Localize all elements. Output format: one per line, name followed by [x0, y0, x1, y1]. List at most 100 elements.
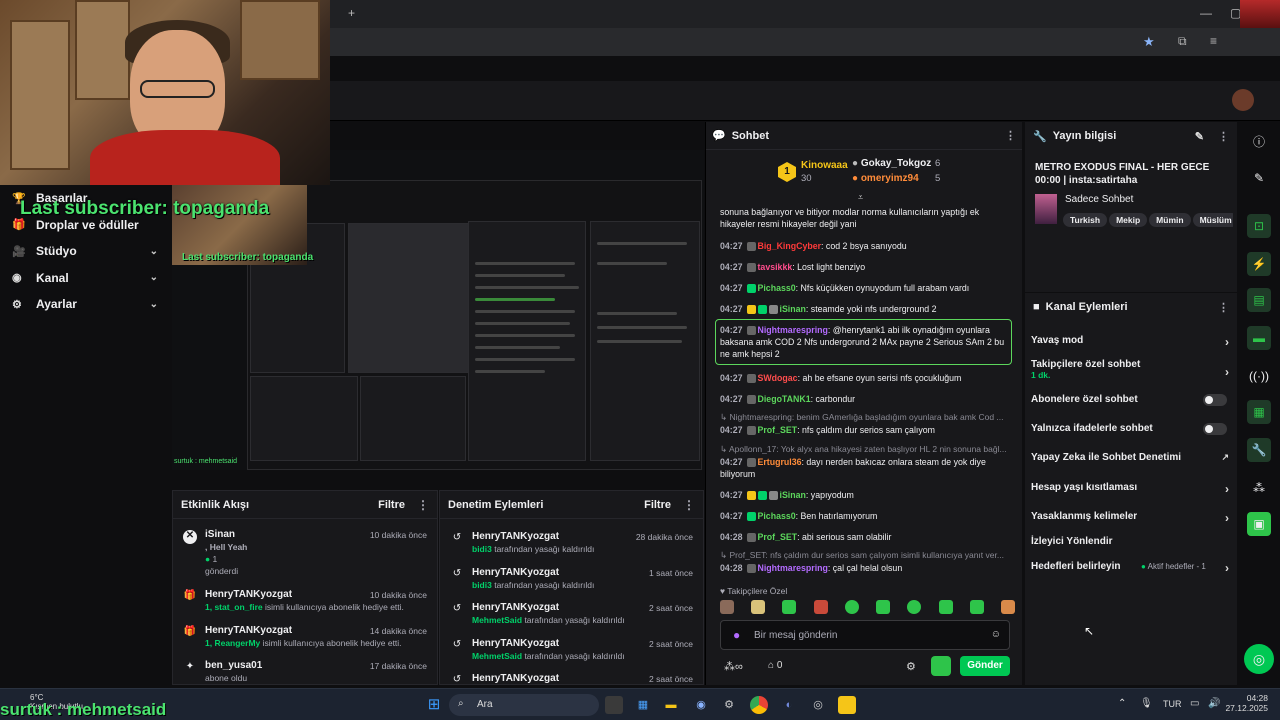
- chat-message[interactable]: 04:27 Ertugrul36: dayı nerden bakıcaz onl…: [720, 456, 1015, 480]
- tag[interactable]: Mümin: [1149, 213, 1191, 227]
- emote-icon[interactable]: [720, 600, 734, 614]
- filter-button[interactable]: Filtre: [378, 499, 405, 511]
- chat-message[interactable]: sonuna bağlanıyor ve bitiyor modlar norm…: [720, 206, 1015, 230]
- support-icon[interactable]: ◎: [1244, 644, 1274, 674]
- chat-message[interactable]: 04:27 tavsikkk: Lost light benziyo: [720, 261, 1015, 273]
- action-banned-words[interactable]: Yasaklanmış kelimeler ›: [1031, 511, 1231, 525]
- broadcast-icon[interactable]: ((·)): [1247, 364, 1271, 388]
- list-item[interactable]: 🎁 HenryTANKyozgat 14 dakika önce 1, Rean…: [173, 621, 437, 657]
- more-icon[interactable]: ⋮: [683, 498, 695, 512]
- category-thumbnail[interactable]: [1035, 194, 1057, 224]
- more-icon[interactable]: ⋮: [1005, 129, 1016, 142]
- bot-icon[interactable]: ▣: [1247, 512, 1271, 536]
- volume-icon[interactable]: 🔊: [1208, 698, 1220, 709]
- clipboard-icon[interactable]: ▤: [1247, 288, 1271, 312]
- action-account-age[interactable]: Hesap yaşı kısıtlaması ›: [1031, 482, 1231, 496]
- taskbar-search[interactable]: ⌕ Ara: [449, 694, 599, 716]
- tag[interactable]: Mekip: [1109, 213, 1148, 227]
- action-subscribers-only[interactable]: Abonelere özel sohbet: [1031, 394, 1231, 406]
- star-icon[interactable]: ★: [1143, 34, 1155, 50]
- edit-icon[interactable]: ✎: [1247, 166, 1271, 190]
- media-icon[interactable]: ≡: [1210, 34, 1217, 48]
- chat-message[interactable]: 04:27 Prof_SET: nfs çaldım dur serios sam…: [720, 424, 1015, 436]
- language-indicator[interactable]: TUR: [1163, 699, 1182, 709]
- chat-bubble-icon[interactable]: ▬: [1247, 326, 1271, 350]
- emotes-only-toggle[interactable]: [1203, 423, 1227, 435]
- app-icon[interactable]: ◎: [809, 696, 827, 714]
- emote-icon[interactable]: [876, 600, 891, 614]
- filter-button[interactable]: Filtre: [644, 499, 671, 511]
- more-icon[interactable]: ⋮: [417, 498, 429, 512]
- calculator-icon[interactable]: ▦: [634, 696, 652, 714]
- tag[interactable]: Müslüm: [1192, 213, 1233, 227]
- steam-icon[interactable]: ⚙: [720, 696, 738, 714]
- microphone-icon[interactable]: ●: [733, 628, 740, 642]
- task-view-icon[interactable]: [605, 696, 623, 714]
- microphone-icon[interactable]: 🎙: [1140, 698, 1153, 709]
- list-item[interactable]: ↺ HenryTANKyozgat 2 saat önce: [440, 669, 703, 684]
- network-icon[interactable]: ▭: [1190, 698, 1199, 709]
- send-button[interactable]: Gönder: [960, 656, 1010, 676]
- chat-reply-preview[interactable]: ↳ Prof_SET: nfs çaldım dur serios sam ça…: [720, 549, 1015, 561]
- clock[interactable]: 04:28 27.12.2025: [1224, 693, 1268, 713]
- menu-item-settings[interactable]: ⚙ Ayarlar ⌄: [0, 291, 170, 318]
- points-counter[interactable]: ⌂ 0: [768, 660, 782, 671]
- emote-icon[interactable]: [844, 600, 859, 614]
- extensions-icon[interactable]: ⧉: [1178, 34, 1187, 49]
- info-icon[interactable]: ⓘ: [1247, 130, 1271, 154]
- chat-input[interactable]: ● Bir mesaj gönderin ☺: [720, 620, 1010, 650]
- chat-message[interactable]: 04:27 DiegoTANK1: carbondur: [720, 393, 1015, 405]
- leader-name[interactable]: ● Gokay_Tokgoz: [852, 158, 931, 169]
- action-slow-mode[interactable]: Yavaş mod ›: [1031, 335, 1231, 349]
- collapse-icon[interactable]: ⩡: [858, 192, 863, 203]
- wrench-icon[interactable]: 🔧: [1247, 438, 1271, 462]
- more-icon[interactable]: ⋮: [1218, 301, 1229, 314]
- discord-icon[interactable]: ◐: [780, 696, 798, 714]
- minimize-button[interactable]: —: [1200, 6, 1212, 20]
- chat-reply-preview[interactable]: ↳ Apollonn_17: Yok alyx ana hikayesi zat…: [720, 443, 1015, 455]
- bot-icon[interactable]: [931, 656, 951, 676]
- tag[interactable]: Turkish: [1063, 213, 1108, 227]
- avatar[interactable]: [1232, 89, 1254, 111]
- emote-icon[interactable]: [751, 600, 766, 614]
- emote-icon[interactable]: [782, 600, 797, 614]
- target-icon[interactable]: ⊡: [1247, 214, 1271, 238]
- chat-message[interactable]: 04:27 iSinan: yapıyodum: [720, 489, 1015, 501]
- lightning-icon[interactable]: ⚡: [1247, 252, 1271, 276]
- obs-icon[interactable]: ◉: [692, 696, 710, 714]
- emote-icon[interactable]: [969, 600, 984, 614]
- subscribers-only-toggle[interactable]: [1203, 394, 1227, 406]
- chat-message[interactable]: 04:27 Big_KingCyber: cod 2 bsya sanıyodu: [720, 240, 1015, 252]
- menu-item-studio[interactable]: 🎥 Stüdyo ⌄: [0, 238, 170, 265]
- more-icon[interactable]: ⋮: [1218, 130, 1229, 143]
- leader-name[interactable]: Kinowaaa: [801, 160, 848, 171]
- action-ai-moderation[interactable]: Yapay Zeka ile Sohbet Denetimi ↗: [1031, 452, 1231, 463]
- chat-message[interactable]: 04:28 Prof_SET: abi serious sam olabilir: [720, 531, 1015, 543]
- chevron-up-icon[interactable]: ⌃: [1118, 698, 1126, 709]
- edit-icon[interactable]: ✎: [1195, 130, 1204, 143]
- emote-icon[interactable]: [1000, 600, 1015, 614]
- emote-icon[interactable]: [907, 600, 922, 614]
- list-item[interactable]: ✦ ben_yusa01 17 dakika önce abone oldu: [173, 656, 437, 692]
- emote-icon[interactable]: [938, 600, 953, 614]
- emote-icon[interactable]: [813, 600, 828, 614]
- emoji-icon[interactable]: ☺: [991, 629, 1001, 640]
- chat-message[interactable]: 04:27 iSinan: steamde yoki nfs undergroun…: [720, 303, 1015, 315]
- leader-name[interactable]: ● omeryimz94: [852, 173, 919, 184]
- profile-thumbnail[interactable]: [1240, 0, 1280, 28]
- action-set-goals[interactable]: Hedefleri belirleyin ● Aktif hedefler - 1…: [1031, 561, 1231, 575]
- layout-icon[interactable]: ▦: [1247, 400, 1271, 424]
- menu-item-channel[interactable]: ◉ Kanal ⌄: [0, 265, 170, 292]
- chat-message-highlighted[interactable]: 04:27 Nightmarespring: @henrytank1 abi il…: [715, 319, 1012, 365]
- list-item[interactable]: ↺ HenryTANKyozgat 1 saat önce bidi3 tara…: [440, 563, 703, 599]
- chat-message[interactable]: 04:27 SWdogac: ah be efsane oyun serisi n…: [720, 372, 1015, 384]
- points-icon[interactable]: ⁂: [1247, 476, 1271, 500]
- chat-reply-preview[interactable]: ↳ Nightmarespring: benim GAmerlığa başla…: [720, 411, 1015, 423]
- chat-message[interactable]: 04:27 Pichass0: Ben hatırlamıyorum: [720, 510, 1015, 522]
- category-name[interactable]: Sadece Sohbet: [1065, 194, 1133, 205]
- gear-icon[interactable]: ⚙: [906, 660, 916, 673]
- list-item[interactable]: ✕ iSinan 10 dakika önce , Hell Yeah ● 1 …: [173, 525, 437, 585]
- list-item[interactable]: ↺ HenryTANKyozgat 2 saat önce MehmetSaid…: [440, 634, 703, 670]
- chat-message[interactable]: 04:28 Nightmarespring: çal çal helal olsu…: [720, 562, 1015, 574]
- channel-points-icon[interactable]: ⁂∞: [724, 660, 743, 673]
